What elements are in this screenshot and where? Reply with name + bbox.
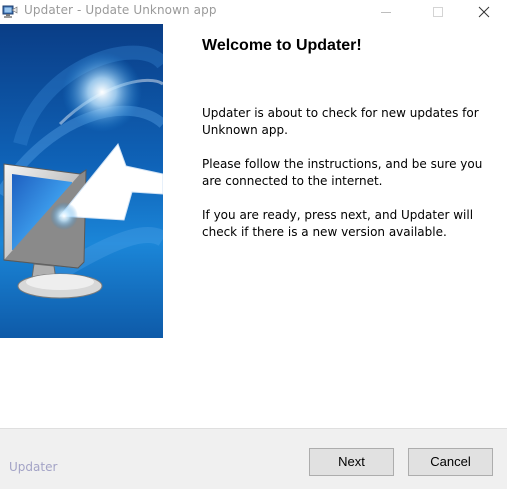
intro-paragraph: Updater is about to check for new update…	[202, 106, 479, 137]
window-title: Updater - Update Unknown app	[24, 3, 217, 17]
updater-window: Updater - Update Unknown app Welcome to …	[0, 0, 507, 489]
instructions-paragraph: Please follow the instructions, and be s…	[202, 157, 483, 188]
maximize-button[interactable]	[415, 0, 461, 24]
wizard-banner	[0, 24, 163, 338]
title-bar[interactable]: Updater - Update Unknown app	[0, 0, 507, 24]
next-button[interactable]: Next	[309, 448, 394, 476]
close-button[interactable]	[461, 0, 507, 24]
monitor-arrow-illustration	[0, 45, 163, 299]
maximize-icon	[433, 7, 443, 17]
page-title: Welcome to Updater!	[202, 37, 362, 54]
brand-label: Updater	[9, 460, 58, 474]
minimize-icon	[381, 12, 391, 13]
close-icon	[478, 6, 490, 18]
updater-app-icon	[2, 4, 18, 20]
wizard-footer: Updater Next Cancel	[0, 428, 507, 489]
ready-paragraph: If you are ready, press next, and Update…	[202, 208, 474, 239]
cancel-button[interactable]: Cancel	[408, 448, 493, 476]
minimize-button[interactable]	[363, 0, 409, 24]
